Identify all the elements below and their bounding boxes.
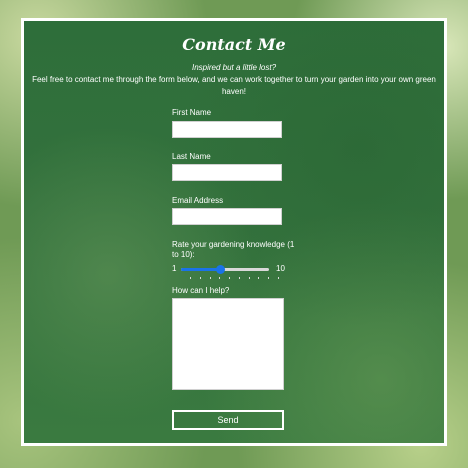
intro-text: Feel free to contact me through the form… [32, 75, 436, 96]
rating-slider-fill [181, 268, 221, 271]
rating-slider-tick [219, 277, 221, 279]
rating-slider-tick [209, 277, 211, 279]
email-label: Email Address [172, 196, 224, 205]
last-name-label: Last Name [172, 152, 211, 161]
rating-slider-tick [278, 277, 279, 279]
help-message-field[interactable] [172, 298, 284, 390]
rating-slider-thumb[interactable] [216, 265, 226, 274]
contact-panel: Contact Me Inspired but a little lost? F… [21, 18, 447, 446]
rating-slider-tick [229, 277, 231, 279]
first-name-label: First Name [172, 108, 212, 117]
send-button[interactable]: Send [172, 410, 284, 430]
rating-max-label: 10 [276, 264, 285, 273]
email-field[interactable] [172, 208, 282, 225]
help-label: How can I help? [172, 286, 230, 295]
rating-label: Rate your gardening knowledge (1 to 10): [172, 240, 295, 259]
rating-slider[interactable] [181, 265, 279, 279]
rating-slider-tick [258, 277, 260, 279]
first-name-field[interactable] [172, 121, 282, 138]
last-name-field[interactable] [172, 164, 282, 181]
rating-slider-tick [238, 277, 240, 279]
rating-slider-row: 1 10 [172, 263, 312, 279]
rating-slider-tick [190, 277, 191, 279]
rating-min-label: 1 [172, 264, 177, 273]
rating-slider-tick [199, 277, 201, 279]
tagline: Inspired but a little lost? [191, 63, 277, 72]
rating-slider-tick [248, 277, 250, 279]
page-title: Contact Me [182, 35, 286, 54]
rating-slider-tick [268, 277, 270, 279]
rating-slider-ticks [190, 277, 279, 279]
